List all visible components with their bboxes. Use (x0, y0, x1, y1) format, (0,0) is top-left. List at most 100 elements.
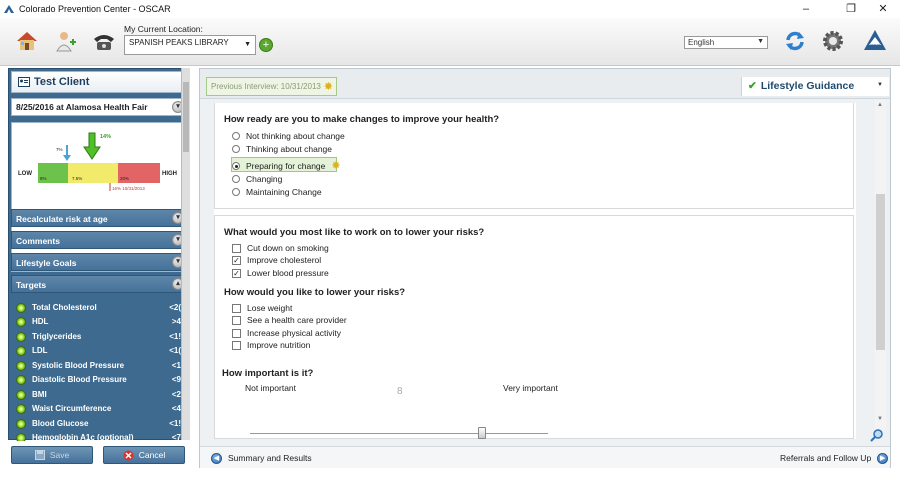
risk-work-card: What would you most like to work on to l… (214, 215, 854, 439)
target-label: Systolic Blood Pressure (32, 361, 125, 370)
checkbox[interactable] (232, 340, 241, 350)
target-row: Blood Glucose <1! (11, 417, 189, 431)
visit-select[interactable]: 8/25/2016 at Alamosa Health Fair ▾ (11, 98, 189, 116)
target-value: <1! (169, 332, 181, 341)
home-button[interactable] (13, 27, 41, 55)
arrow-left-icon: ◀ (211, 452, 222, 464)
work-option[interactable]: ✓ Improve cholesterol (232, 255, 321, 265)
radio-button-selected[interactable] (232, 161, 240, 170)
location-value: SPANISH PEAKS LIBRARY (129, 38, 229, 47)
option-label: See a health care provider (247, 315, 347, 325)
scrollbar-thumb[interactable] (876, 194, 885, 350)
nav-label: Summary and Results (228, 453, 312, 463)
previous-interview-button[interactable]: Previous Interview: 10/31/2013 ✸ (206, 77, 337, 96)
home-icon (17, 32, 37, 50)
radio-button[interactable] (232, 175, 240, 183)
maximize-button[interactable]: ❐ (836, 0, 866, 18)
toolbar: My Current Location: SPANISH PEAKS LIBRA… (0, 18, 900, 66)
cancel-button[interactable]: Cancel (103, 446, 185, 464)
scroll-up-icon[interactable]: ▲ (877, 102, 883, 108)
segment-label-mid: 7.5% (72, 176, 82, 181)
phone-button[interactable] (90, 27, 118, 55)
summary-results-button[interactable]: ◀ Summary and Results (211, 451, 312, 465)
small-marker-label: 7% (56, 147, 63, 152)
scrollbar-thumb[interactable] (183, 82, 189, 152)
star-icon: ✸ (331, 160, 341, 172)
section-comments[interactable]: Comments ▾ (11, 231, 189, 249)
add-client-button[interactable] (52, 27, 80, 55)
target-row: Triglycerides <1! (11, 330, 189, 344)
window-title: Colorado Prevention Center - OSCAR (19, 4, 171, 14)
language-select[interactable]: English ▼ (684, 36, 768, 49)
readiness-card: How ready are you to make changes to imp… (214, 103, 854, 209)
checkbox[interactable] (232, 303, 241, 313)
option-label: Lose weight (247, 303, 293, 313)
tab-lifestyle-guidance[interactable]: ✔ Lifestyle Guidance ▼ (741, 77, 889, 96)
location-select[interactable]: SPANISH PEAKS LIBRARY ▼ (124, 35, 256, 55)
radio-button[interactable] (232, 132, 240, 140)
target-label: Blood Glucose (32, 419, 89, 428)
content-scrollbar[interactable]: ▲ ▼ (875, 100, 886, 430)
low-label: LOW (18, 171, 32, 177)
question-title: How ready are you to make changes to imp… (224, 114, 500, 125)
target-dot-icon (16, 419, 26, 429)
target-dot-icon (16, 390, 26, 400)
checkbox[interactable] (232, 243, 241, 253)
client-header[interactable]: Test Client (11, 71, 189, 93)
refresh-button[interactable] (781, 27, 809, 55)
target-value: <2( (169, 303, 181, 312)
cpc-logo: CPC (861, 27, 889, 55)
risk-meter: LOW HIGH 8% 7.5% 20% 7% 14% 16% 10/31/20… (11, 122, 189, 272)
importance-slider-thumb[interactable] (478, 427, 486, 439)
checkbox[interactable] (232, 315, 241, 325)
slider-max-label: Very important (503, 383, 558, 393)
language-value: English (688, 38, 715, 47)
method-option[interactable]: Improve nutrition (232, 340, 310, 350)
scroll-down-icon[interactable]: ▼ (877, 416, 883, 422)
close-button[interactable]: ✕ (868, 0, 898, 18)
target-dot-icon (16, 317, 26, 327)
target-dot-icon (16, 346, 26, 356)
refresh-icon (786, 31, 804, 51)
radio-button[interactable] (232, 145, 240, 153)
left-scrollbar[interactable] (181, 68, 190, 440)
minimize-button[interactable]: – (791, 0, 821, 18)
section-label: Targets (16, 280, 47, 290)
importance-slider-track[interactable] (250, 433, 548, 434)
target-dot-icon (16, 375, 26, 385)
settings-button[interactable] (819, 27, 847, 55)
cpc-logo-icon: CPC (864, 30, 886, 50)
targets-list: Total Cholesterol <2( HDL >4 Triglycerides… (11, 291, 189, 441)
option-label: Lower blood pressure (247, 268, 329, 278)
readiness-option[interactable]: Maintaining Change (232, 187, 322, 197)
target-row: Waist Circumference <4 (11, 402, 189, 416)
slider-min-label: Not important (245, 383, 297, 393)
save-button[interactable]: Save (11, 446, 93, 464)
readiness-option-selected[interactable]: Preparing for change ✸ (232, 159, 341, 172)
star-icon: ✸ (323, 81, 333, 93)
section-lifestyle-goals[interactable]: Lifestyle Goals ▾ (11, 253, 189, 271)
zoom-button[interactable] (870, 428, 884, 442)
readiness-option[interactable]: Not thinking about change (232, 131, 345, 141)
readiness-option[interactable]: Changing (232, 174, 282, 184)
readiness-option[interactable]: Thinking about change (232, 144, 332, 154)
section-label: Lifestyle Goals (16, 258, 77, 268)
work-option[interactable]: Cut down on smoking (232, 243, 329, 253)
radio-button[interactable] (232, 188, 240, 196)
method-option[interactable]: Increase physical activity (232, 328, 341, 338)
add-location-button[interactable]: + (259, 38, 273, 52)
checkbox-checked[interactable]: ✓ (232, 255, 241, 265)
method-option[interactable]: See a health care provider (232, 315, 347, 325)
section-label: Comments (16, 236, 60, 246)
target-label: HDL (32, 317, 49, 326)
save-icon (34, 450, 45, 460)
option-label: Increase physical activity (247, 328, 342, 338)
checkbox[interactable] (232, 328, 241, 338)
referrals-button[interactable]: Referrals and Follow Up ▶ (780, 451, 889, 465)
method-option[interactable]: Lose weight (232, 303, 292, 313)
section-recalculate[interactable]: Recalculate risk at age ▾ (11, 209, 189, 227)
checkbox-checked[interactable]: ✓ (232, 268, 241, 278)
work-option[interactable]: ✓ Lower blood pressure (232, 268, 329, 278)
segment-label-high: 20% (120, 176, 129, 181)
check-icon: ✔ (748, 80, 757, 92)
